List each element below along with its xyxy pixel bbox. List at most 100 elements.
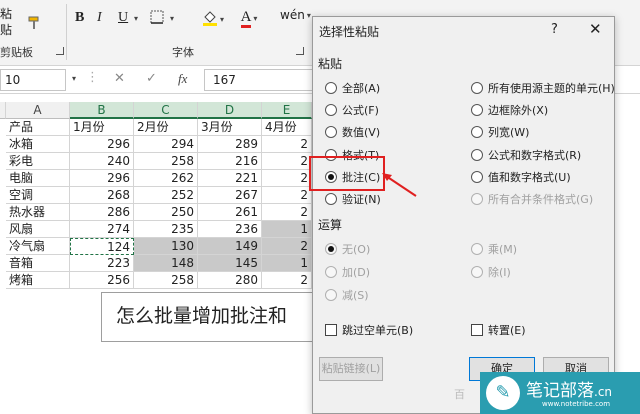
value-cell[interactable]: 2 [262, 204, 312, 221]
italic-button[interactable]: I [97, 10, 102, 26]
product-cell[interactable]: 热水器 [6, 204, 70, 221]
value-cell[interactable]: 294 [134, 136, 198, 153]
value-cell[interactable]: 148 [134, 255, 198, 272]
operation-option-subtract[interactable]: 减(S) [325, 287, 369, 303]
paste-link-button[interactable]: 粘贴链接(L) [319, 357, 383, 381]
value-cell[interactable]: 1 [262, 255, 312, 272]
value-cell[interactable]: 296 [70, 136, 134, 153]
fx-icon[interactable]: fx [178, 71, 187, 87]
close-icon[interactable]: ✕ [589, 20, 602, 38]
product-cell[interactable]: 烤箱 [6, 272, 70, 289]
phonetic-button[interactable]: wén ▾ [280, 8, 311, 22]
skip-blanks-checkbox[interactable]: 跳过空单元(B) [325, 322, 413, 338]
product-cell[interactable]: 冷气扇 [6, 238, 70, 255]
header-cell-month1[interactable]: 1月份 [70, 119, 134, 136]
paste-option-values[interactable]: 数值(V) [325, 124, 380, 140]
transpose-checkbox[interactable]: 转置(E) [471, 322, 526, 338]
value-cell[interactable]: 145 [198, 255, 262, 272]
value-cell[interactable]: 130 [134, 238, 198, 255]
bold-button[interactable]: B [75, 10, 84, 26]
product-cell[interactable]: 音箱 [6, 255, 70, 272]
paste-option-formulas[interactable]: 公式(F) [325, 102, 379, 118]
header-cell-month2[interactable]: 2月份 [134, 119, 198, 136]
value-cell[interactable]: 252 [134, 187, 198, 204]
clipboard-launcher-icon[interactable] [56, 47, 64, 55]
annotation-highlight-box [309, 156, 385, 191]
column-header-c[interactable]: C [134, 102, 198, 119]
value-cell[interactable]: 236 [198, 221, 262, 238]
value-cell[interactable]: 2 [262, 187, 312, 204]
header-cell-product[interactable]: 产品 [6, 119, 70, 136]
value-cell[interactable]: 223 [70, 255, 134, 272]
header-cell-month4[interactable]: 4月份 [262, 119, 312, 136]
value-cell[interactable]: 274 [70, 221, 134, 238]
format-painter-icon[interactable] [28, 16, 40, 33]
operation-option-none[interactable]: 无(O) [325, 241, 370, 257]
header-cell-month3[interactable]: 3月份 [198, 119, 262, 136]
help-icon[interactable]: ? [551, 22, 558, 37]
operation-option-add[interactable]: 加(D) [325, 264, 370, 280]
radio-icon [471, 82, 483, 94]
operation-option-divide[interactable]: 除(I) [471, 264, 511, 280]
cancel-icon[interactable]: ✕ [114, 71, 125, 86]
paste-button[interactable]: 粘贴 [0, 6, 22, 38]
operation-option-multiply[interactable]: 乘(M) [471, 241, 517, 257]
borders-dropdown-icon[interactable]: ▾ [170, 14, 174, 23]
value-cell[interactable]: 268 [70, 187, 134, 204]
paste-option-formulas-number-formats[interactable]: 公式和数字格式(R) [471, 147, 581, 163]
paste-option-column-widths[interactable]: 列宽(W) [471, 124, 529, 140]
value-cell[interactable]: 2 [262, 153, 312, 170]
paste-option-except-borders[interactable]: 边框除外(X) [471, 102, 548, 118]
product-cell[interactable]: 风扇 [6, 221, 70, 238]
paste-option-values-number-formats[interactable]: 值和数字格式(U) [471, 169, 571, 185]
paste-option-all[interactable]: 全部(A) [325, 80, 380, 96]
value-cell[interactable]: 240 [70, 153, 134, 170]
value-cell[interactable]: 216 [198, 153, 262, 170]
value-cell[interactable]: 280 [198, 272, 262, 289]
paste-option-validation[interactable]: 验证(N) [325, 191, 381, 207]
borders-icon[interactable] [150, 10, 164, 27]
value-cell[interactable]: 221 [198, 170, 262, 187]
value-cell[interactable]: 289 [198, 136, 262, 153]
product-cell[interactable]: 空调 [6, 187, 70, 204]
value-cell[interactable]: 296 [70, 170, 134, 187]
underline-dropdown-icon[interactable]: ▾ [134, 14, 138, 23]
formula-input[interactable]: 167 [204, 69, 314, 91]
value-cell[interactable]: 235 [134, 221, 198, 238]
product-cell[interactable]: 冰箱 [6, 136, 70, 153]
value-cell[interactable]: 258 [134, 153, 198, 170]
paste-option-source-theme[interactable]: 所有使用源主题的单元(H) [471, 80, 615, 96]
enter-icon[interactable]: ✓ [146, 71, 157, 86]
paste-option-merge-conditional-formats[interactable]: 所有合并条件格式(G) [471, 191, 593, 207]
option-label: 全部(A) [342, 82, 381, 95]
copied-cell[interactable]: 124 [70, 238, 134, 255]
name-box-dropdown-icon[interactable]: ▾ [72, 74, 76, 83]
option-label: 乘(M) [488, 243, 518, 256]
value-cell[interactable]: 1 [262, 221, 312, 238]
underline-button[interactable]: U [118, 10, 128, 26]
font-launcher-icon[interactable] [296, 47, 304, 55]
product-cell[interactable]: 电脑 [6, 170, 70, 187]
column-header-b[interactable]: B [70, 102, 134, 119]
value-cell[interactable]: 2 [262, 272, 312, 289]
font-color-button[interactable]: A ▾ [236, 6, 262, 30]
value-cell[interactable]: 258 [134, 272, 198, 289]
name-box[interactable]: 10 [0, 69, 66, 91]
fill-color-button[interactable]: ▾ [200, 8, 226, 30]
value-cell[interactable]: 2 [262, 170, 312, 187]
value-cell[interactable]: 2 [262, 136, 312, 153]
value-cell[interactable]: 2 [262, 238, 312, 255]
value-cell[interactable]: 250 [134, 204, 198, 221]
column-header-a[interactable]: A [6, 102, 70, 119]
value-cell[interactable]: 149 [198, 238, 262, 255]
value-cell[interactable]: 267 [198, 187, 262, 204]
value-cell[interactable]: 286 [70, 204, 134, 221]
fill-dropdown-icon: ▾ [219, 14, 224, 24]
value-cell[interactable]: 262 [134, 170, 198, 187]
value-cell[interactable]: 261 [198, 204, 262, 221]
product-cell[interactable]: 彩电 [6, 153, 70, 170]
column-header-d[interactable]: D [198, 102, 262, 119]
value-cell[interactable]: 256 [70, 272, 134, 289]
radio-icon [325, 82, 337, 94]
column-header-e[interactable]: E [262, 102, 312, 119]
